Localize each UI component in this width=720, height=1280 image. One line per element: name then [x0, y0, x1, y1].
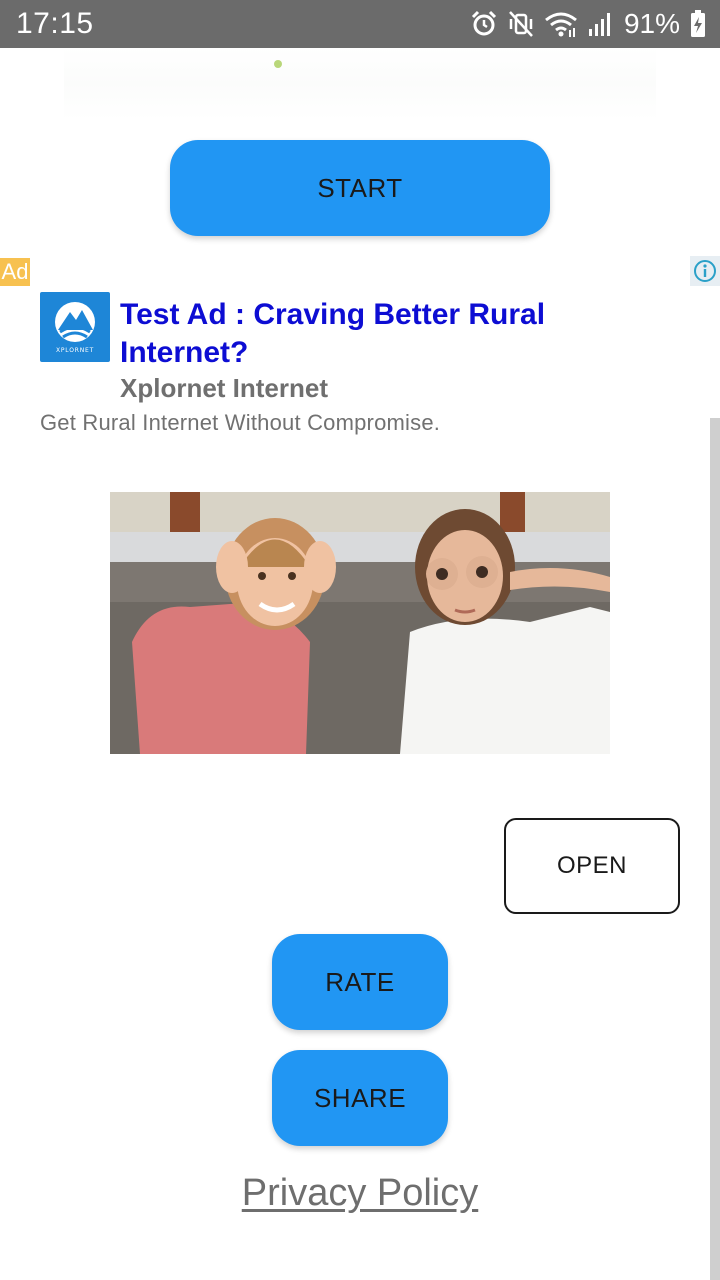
ad-badge: Ad	[0, 258, 30, 286]
mute-vibrate-icon	[509, 11, 533, 37]
advertiser-logo[interactable]: XPLORNET	[40, 292, 110, 362]
ad-advertiser: Xplornet Internet	[120, 373, 329, 403]
banner-dot	[274, 60, 282, 68]
ad-open-button[interactable]: OPEN	[504, 818, 680, 914]
wifi-icon	[545, 12, 577, 37]
battery-charging-icon	[691, 10, 705, 37]
ad-body-text: Get Rural Internet Without Compromise.	[40, 410, 441, 435]
scrollbar[interactable]	[710, 418, 720, 1280]
ad-image[interactable]	[110, 492, 610, 754]
share-button[interactable]: SHARE	[272, 1050, 448, 1146]
rate-button[interactable]: RATE	[272, 934, 448, 1030]
ad-choices-info-icon[interactable]	[690, 256, 720, 286]
status-icons: 91%	[470, 8, 706, 39]
ad-photo	[110, 492, 610, 754]
privacy-policy-link[interactable]: Privacy Policy	[0, 1172, 720, 1215]
top-banner	[64, 48, 656, 120]
battery-percent: 91%	[623, 8, 680, 39]
alarm-icon	[471, 10, 497, 36]
logo-wordmark: XPLORNET	[55, 347, 95, 354]
status-bar: 17:15 91%	[0, 0, 720, 48]
info-icon	[694, 260, 716, 282]
ad-headline[interactable]: Test Ad : Craving Better Rural Internet?	[120, 296, 580, 372]
status-time: 17:15	[16, 7, 94, 40]
signal-icon	[588, 13, 610, 36]
start-button[interactable]: START	[170, 140, 550, 236]
